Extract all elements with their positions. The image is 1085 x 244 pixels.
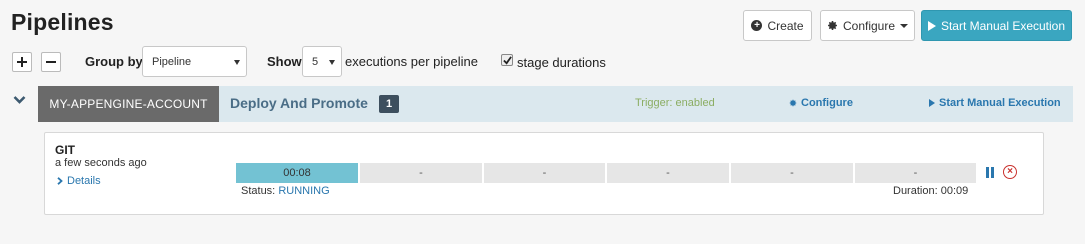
execution-duration: Duration: 00:09 [893, 185, 968, 197]
pause-icon[interactable] [986, 167, 995, 178]
stage-bar[interactable]: - [360, 163, 482, 183]
expand-all-button[interactable] [12, 52, 32, 72]
play-icon [927, 20, 936, 31]
stage-bar[interactable]: 00:08 [236, 163, 358, 183]
details-label: Details [67, 175, 101, 187]
page-title: Pipelines [11, 9, 114, 35]
stage-bar[interactable]: - [855, 163, 976, 183]
execution-status: Status: RUNNING [241, 185, 330, 197]
show-label: Show [267, 54, 302, 69]
stage-bar[interactable]: - [484, 163, 605, 183]
dropdown-arrow-icon [234, 60, 240, 65]
checkmark-icon [502, 55, 512, 65]
configure-button[interactable]: Configure [820, 10, 915, 41]
group-by-value: Pipeline [152, 55, 192, 68]
play-icon [929, 99, 935, 107]
group-by-label: Group by [85, 54, 143, 69]
group-by-select[interactable]: Pipeline [142, 46, 247, 77]
execution-count-badge: 1 [379, 95, 399, 113]
plus-circle-icon: + [751, 20, 763, 31]
stage-bar[interactable]: - [731, 163, 853, 183]
pipeline-start-manual-execution-link[interactable]: Start Manual Execution [929, 97, 1061, 109]
show-count-value: 5 [312, 55, 319, 68]
trigger-status: Trigger: enabled [635, 97, 715, 109]
status-label: Status: [241, 185, 276, 197]
create-button[interactable]: + Create [743, 10, 812, 41]
executions-per-pipeline-label: executions per pipeline [345, 54, 478, 69]
chevron-down-icon[interactable] [13, 95, 26, 105]
dropdown-arrow-icon [329, 60, 335, 65]
create-button-label: Create [767, 18, 804, 33]
pipeline-configure-label: Configure [801, 97, 853, 109]
gear-icon [828, 21, 837, 30]
execution-time: a few seconds ago [55, 157, 147, 169]
plus-icon [17, 57, 27, 67]
execution-trigger: GIT [55, 143, 75, 157]
duration-value: 00:09 [940, 185, 969, 197]
stage-durations-checkbox[interactable] [501, 54, 513, 66]
details-link[interactable]: Details [57, 175, 101, 187]
show-count-select[interactable]: 5 [302, 46, 342, 77]
pipeline-configure-link[interactable]: Configure [789, 97, 853, 109]
configure-button-label: Configure [842, 18, 896, 33]
status-value: RUNNING [278, 185, 330, 197]
start-manual-execution-label: Start Manual Execution [940, 18, 1066, 33]
duration-label: Duration: [893, 185, 938, 197]
minus-icon [46, 61, 56, 63]
caret-down-icon [900, 23, 909, 28]
collapse-all-button[interactable] [41, 52, 61, 72]
account-tag: MY-APPENGINE-ACCOUNT [38, 86, 219, 122]
gear-icon [789, 99, 797, 107]
stage-durations-label: stage durations [517, 55, 606, 70]
pipeline-name[interactable]: Deploy And Promote [230, 95, 368, 111]
pipeline-start-manual-execution-label: Start Manual Execution [939, 97, 1061, 109]
cancel-icon[interactable]: × [1003, 165, 1017, 179]
start-manual-execution-button[interactable]: Start Manual Execution [921, 10, 1072, 41]
stage-bar[interactable]: - [607, 163, 729, 183]
chevron-right-icon [57, 177, 63, 185]
